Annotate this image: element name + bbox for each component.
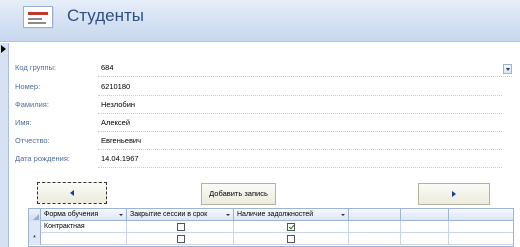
- group-code-dropdown-button[interactable]: [503, 64, 512, 74]
- datasheet-header: Форма обучения Закрытие сессии в срок На…: [29, 209, 513, 221]
- chevron-down-icon: [119, 214, 123, 216]
- cell-study-form-new[interactable]: [41, 233, 127, 245]
- chevron-down-icon: [226, 214, 230, 216]
- column-header-study-form-label: Форма обучения: [44, 211, 99, 218]
- form-header: Студенты: [0, 0, 520, 42]
- session-closed-checkbox-new[interactable]: [177, 235, 185, 243]
- row-selector[interactable]: [29, 221, 41, 233]
- debts-checkbox[interactable]: [287, 223, 295, 231]
- chevron-down-icon: [341, 214, 345, 216]
- field-row-surname: Фамилия: Незлобин: [15, 98, 502, 114]
- cell-session-closed: [127, 221, 234, 233]
- field-label-number: Номер:: [15, 82, 41, 91]
- field-row-number: Номер: 6210180: [15, 80, 502, 96]
- column-header-empty: [449, 209, 513, 221]
- column-header-empty: [401, 209, 449, 221]
- new-row-selector[interactable]: *: [29, 233, 41, 245]
- cell-session-closed-new: [127, 233, 234, 245]
- triangle-right-icon: [452, 191, 456, 198]
- current-record-arrow-icon: [1, 45, 6, 53]
- previous-record-button[interactable]: [37, 182, 107, 204]
- cell-study-form[interactable]: Контрактная: [41, 221, 127, 233]
- field-label-surname: Фамилия:: [15, 100, 49, 109]
- column-header-debts[interactable]: Наличие задолжностей: [234, 209, 349, 221]
- name-field[interactable]: Алексей: [98, 116, 130, 129]
- field-row-name: Имя: Алексей: [15, 116, 502, 132]
- select-all-corner[interactable]: [29, 209, 41, 221]
- next-record-button[interactable]: [418, 183, 490, 205]
- patronymic-field[interactable]: Евгеньевич: [98, 134, 141, 147]
- column-header-empty: [349, 209, 401, 221]
- column-header-session-closed-label: Закрытие сессии в срок: [130, 211, 208, 218]
- cell-debts-new: [234, 233, 349, 245]
- column-header-study-form[interactable]: Форма обучения: [41, 209, 127, 221]
- field-row-group-code: Код группы: 684: [15, 61, 512, 77]
- birthdate-field[interactable]: 14.04.1967: [98, 152, 139, 165]
- form-title: Студенты: [67, 6, 144, 25]
- triangle-left-icon: [70, 190, 74, 197]
- table-row[interactable]: Контрактная: [29, 221, 513, 233]
- record-selector[interactable]: [0, 43, 9, 247]
- field-row-patronymic: Отчество: Евгеньевич: [15, 134, 502, 150]
- column-header-session-closed[interactable]: Закрытие сессии в срок: [127, 209, 234, 221]
- session-closed-checkbox[interactable]: [177, 223, 185, 231]
- cell-debts: [234, 221, 349, 233]
- add-record-button[interactable]: Добавить запись: [201, 183, 276, 205]
- number-field[interactable]: 6210180: [98, 80, 130, 93]
- surname-field[interactable]: Незлобин: [98, 98, 135, 111]
- form-icon: [23, 6, 53, 28]
- column-header-debts-label: Наличие задолжностей: [237, 211, 314, 218]
- group-code-combo[interactable]: 684: [98, 61, 114, 74]
- session-subform: Форма обучения Закрытие сессии в срок На…: [28, 208, 514, 247]
- new-row[interactable]: *: [29, 233, 513, 245]
- field-row-birthdate: Дата рождения: 14.04.1967: [15, 152, 502, 168]
- field-label-patronymic: Отчество:: [15, 136, 50, 145]
- field-label-name: Имя:: [15, 118, 32, 127]
- field-label-birthdate: Дата рождения:: [15, 154, 70, 163]
- debts-checkbox-new[interactable]: [287, 235, 295, 243]
- field-label-group-code: Код группы:: [15, 63, 57, 72]
